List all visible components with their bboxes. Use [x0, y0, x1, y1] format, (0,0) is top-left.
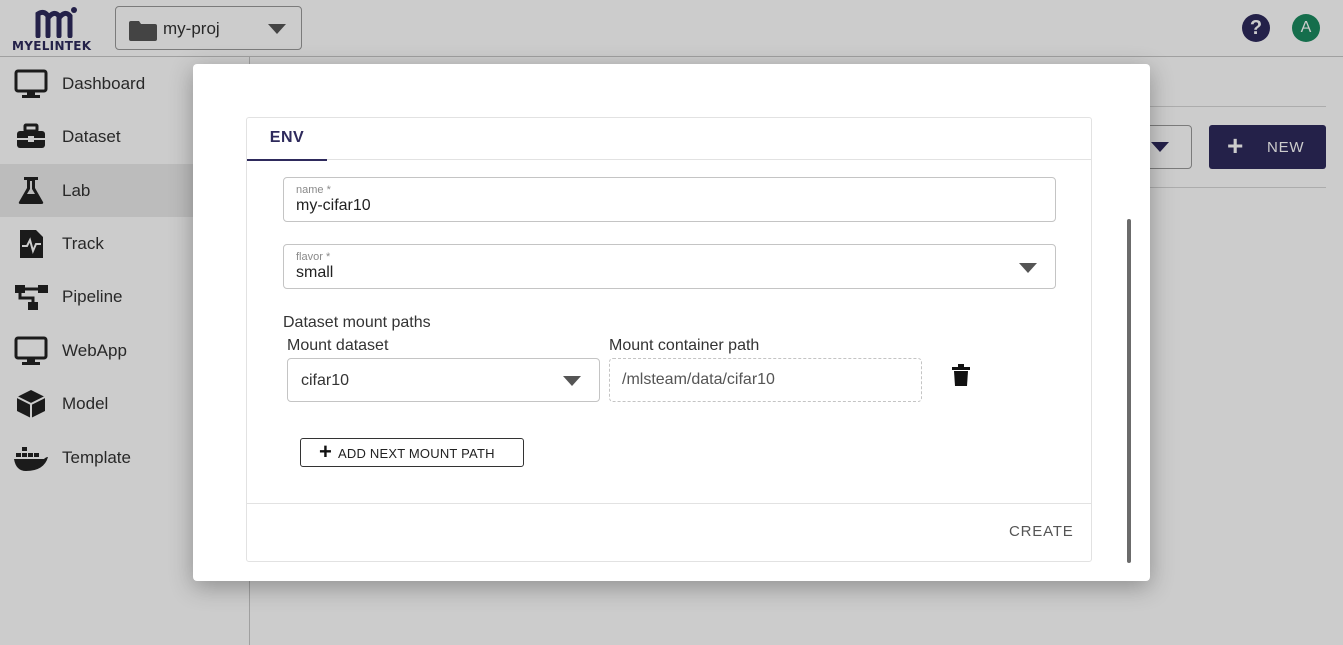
flavor-select[interactable]: flavor * small [283, 244, 1056, 289]
add-mount-path-label: ADD NEXT MOUNT PATH [338, 446, 495, 461]
flavor-field-label: flavor * [296, 251, 331, 263]
mount-dataset-value: cifar10 [301, 372, 350, 389]
mount-dataset-label: Mount dataset [287, 337, 389, 354]
trash-icon[interactable] [952, 364, 970, 386]
plus-icon: + [319, 439, 332, 464]
chevron-down-icon [563, 376, 581, 386]
mount-container-label: Mount container path [609, 337, 760, 354]
name-field-value: my-cifar10 [296, 197, 371, 214]
create-button[interactable]: CREATE [1009, 523, 1074, 540]
tab-bar: ENV [247, 118, 1091, 161]
tab-env[interactable]: ENV [247, 118, 327, 161]
name-field[interactable]: name * my-cifar10 [283, 177, 1056, 222]
mount-dataset-select[interactable]: cifar10 [287, 358, 600, 402]
chevron-down-icon [1019, 263, 1037, 273]
tab-indicator [247, 159, 327, 161]
add-mount-path-button[interactable]: + ADD NEXT MOUNT PATH [300, 438, 524, 467]
divider [247, 503, 1091, 504]
env-card: ENV name * my-cifar10 flavor * small Dat… [246, 117, 1092, 562]
scrollbar[interactable] [1127, 219, 1131, 563]
name-field-label: name * [296, 184, 331, 196]
flavor-field-value: small [296, 264, 334, 281]
mount-paths-title: Dataset mount paths [283, 314, 431, 331]
create-env-dialog: ENV name * my-cifar10 flavor * small Dat… [193, 64, 1150, 581]
tab-env-label: ENV [269, 129, 305, 146]
mount-container-path-input[interactable]: /mlsteam/data/cifar10 [609, 358, 922, 402]
